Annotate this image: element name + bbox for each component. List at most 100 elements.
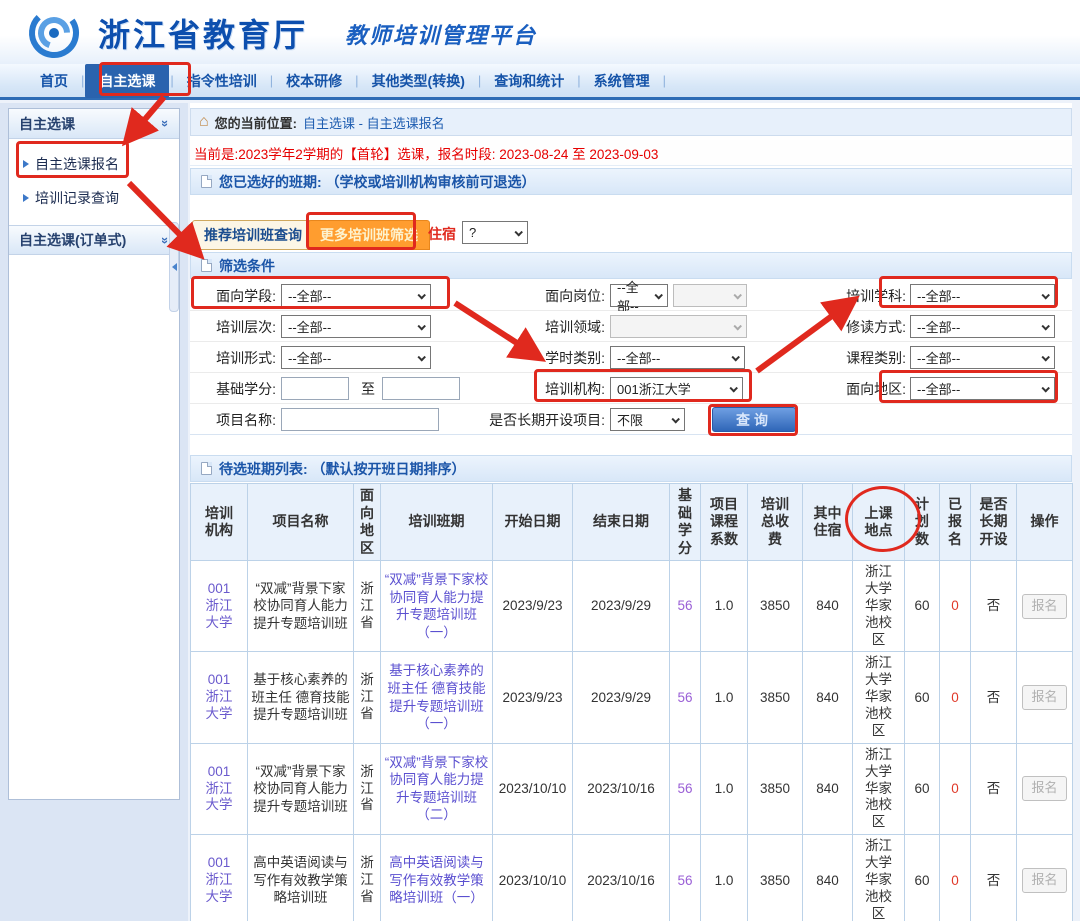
col-target-region: 面向地区 [354,484,381,561]
nav-tab-directive-training[interactable]: 指令性培训 [175,65,269,97]
project-name-input[interactable] [281,408,439,431]
label-longterm-project: 是否长期开设项目: [470,404,605,435]
query-button[interactable]: 查询 [712,407,796,432]
org-link[interactable]: 001浙江大学 [203,581,235,632]
nav-tab-school-research[interactable]: 校本研修 [274,65,354,97]
nav-tab-query-stats[interactable]: 查询和统计 [482,65,576,97]
app-title: 教师培训管理平台 [345,18,537,50]
apply-button[interactable]: 报名 [1022,776,1066,801]
chevron-down-icon [1041,384,1049,392]
table-row: 001浙江大学 “双减”背景下家校协同育人能力提升专题培训班 浙江省 “双减”背… [191,743,1073,834]
apply-button[interactable]: 报名 [1022,868,1066,893]
coefficient-cell: 1.0 [701,835,748,921]
session-link[interactable]: 基于核心素养的班主任 德育技能提升专题培训班（一） [387,663,485,731]
target-post-select[interactable]: --全部-- [610,284,668,307]
section-title: 筛选条件 [219,256,275,276]
col-start-date: 开始日期 [493,484,573,561]
doc-icon [201,462,212,475]
sidebar-column: 自主选课 » 自主选课报名 培训记录查询 自主选课(订单式) » [0,103,188,921]
chevron-down-icon [1041,353,1049,361]
study-mode-select[interactable]: --全部-- [910,315,1055,338]
credit-cell: 56 [670,652,701,743]
sidebar-item-label: 自主选课报名 [35,154,119,174]
apply-button[interactable]: 报名 [1022,685,1066,710]
breadcrumb-path[interactable]: 自主选课 - 自主选课报名 [303,113,445,132]
plan-cell: 60 [905,835,940,921]
training-subject-select[interactable]: --全部-- [910,284,1055,307]
session-link[interactable]: 高中英语阅读与写作有效教学策略培训班（一） [389,855,484,905]
chevron-down-icon [417,291,425,299]
credit-cell: 56 [670,835,701,921]
longterm-cell: 否 [971,561,1017,652]
base-credit-max-input[interactable] [382,377,460,400]
target-stage-select[interactable]: --全部-- [281,284,431,307]
training-form-select[interactable]: --全部-- [281,346,431,369]
lodging-select[interactable]: ? [462,221,528,244]
org-link[interactable]: 001浙江大学 [203,855,235,906]
col-training-org: 培训机构 [191,484,248,561]
base-credit-min-input[interactable] [281,377,349,400]
hour-category-select[interactable]: --全部-- [610,346,745,369]
training-org-select[interactable]: 001浙江大学 [610,377,743,400]
tab-more-class-filter[interactable]: 更多培训班筛选 [308,220,430,250]
org-title: 浙江省教育厅 [98,10,308,56]
sidebar-section-title: 自主选课(订单式) [19,230,126,250]
nav-tab-self-select[interactable]: 自主选课 [85,64,169,98]
section-title: 您已选好的班期: （学校或培训机构审核前可退选） [219,172,536,192]
target-post-sub-select[interactable] [673,284,747,307]
nav-tab-other-types[interactable]: 其他类型(转换) [360,65,477,97]
start-date-cell: 2023/10/10 [493,743,573,834]
end-date-cell: 2023/10/16 [573,835,670,921]
table-row: 001浙江大学 基于核心素养的班主任 德育技能提升专题培训班 浙江省 基于核心素… [191,652,1073,743]
sidebar-item-training-records[interactable]: 培训记录查询 [9,181,179,215]
training-level-select[interactable]: --全部-- [281,315,431,338]
sidebar-section-title: 自主选课 [19,114,75,134]
chevron-down-icon [654,291,662,299]
label-hour-category: 学时类别: [470,342,605,373]
col-enrolled-count: 已报名 [940,484,971,561]
enrolled-cell: 0 [940,743,971,834]
top-banner: 浙江省教育厅 教师培训管理平台 [0,0,1080,64]
location-cell: 浙江大学华家池校区 [864,747,894,831]
tab-recommended-classes[interactable]: 推荐培训班查询 [192,220,314,250]
sidebar-section-self-select[interactable]: 自主选课 » [9,109,179,139]
region-cell: 浙江省 [360,672,375,723]
longterm-cell: 否 [971,743,1017,834]
label-training-level: 培训层次: [190,311,276,342]
label-target-post: 面向岗位: [470,280,605,311]
lodging-cell: 840 [803,561,853,652]
training-field-select[interactable] [610,315,747,338]
chevron-down-icon [417,353,425,361]
apply-button[interactable]: 报名 [1022,594,1066,619]
sidebar-section-order-mode[interactable]: 自主选课(订单式) » [9,225,179,255]
fee-cell: 3850 [748,835,803,921]
longterm-project-select[interactable]: 不限 [610,408,685,431]
location-cell: 浙江大学华家池校区 [864,838,894,921]
target-region-select[interactable]: --全部-- [910,377,1055,400]
enrolled-cell: 0 [940,561,971,652]
application-window: 浙江省教育厅 教师培训管理平台 首页 | 自主选课 | 指令性培训 | 校本研修… [0,0,1080,921]
session-link[interactable]: “双减”背景下家校协同育人能力提升专题培训班（二） [385,755,489,823]
session-link[interactable]: “双减”背景下家校协同育人能力提升专题培训班（一） [385,572,489,640]
sidebar-item-enroll[interactable]: 自主选课报名 [9,147,179,181]
project-name-cell: 基于核心素养的班主任 德育技能提升专题培训班 [248,652,354,743]
breadcrumb-label: 您的当前位置: [215,113,297,132]
nav-tab-system-admin[interactable]: 系统管理 [582,65,662,97]
table-header-row: 培训机构 项目名称 面向地区 培训班期 开始日期 结束日期 基础学分 项目课程系… [191,484,1073,561]
class-sessions-table: 培训机构 项目名称 面向地区 培训班期 开始日期 结束日期 基础学分 项目课程系… [190,483,1073,921]
plan-cell: 60 [905,561,940,652]
chevron-down-icon [1041,291,1049,299]
end-date-cell: 2023/9/29 [573,652,670,743]
sidebar-collapse-handle[interactable] [169,222,179,312]
label-training-org: 培训机构: [470,373,605,404]
lodging-cell: 840 [803,743,853,834]
credit-cell: 56 [670,561,701,652]
location-cell: 浙江大学华家池校区 [864,564,894,648]
nav-tab-home[interactable]: 首页 [28,65,80,97]
org-link[interactable]: 001浙江大学 [203,764,235,815]
double-chevron-icon: » [158,120,173,127]
org-link[interactable]: 001浙江大学 [203,672,235,723]
course-category-select[interactable]: --全部-- [910,346,1055,369]
col-total-fee: 培训总收费 [748,484,803,561]
location-cell: 浙江大学华家池校区 [864,655,894,739]
